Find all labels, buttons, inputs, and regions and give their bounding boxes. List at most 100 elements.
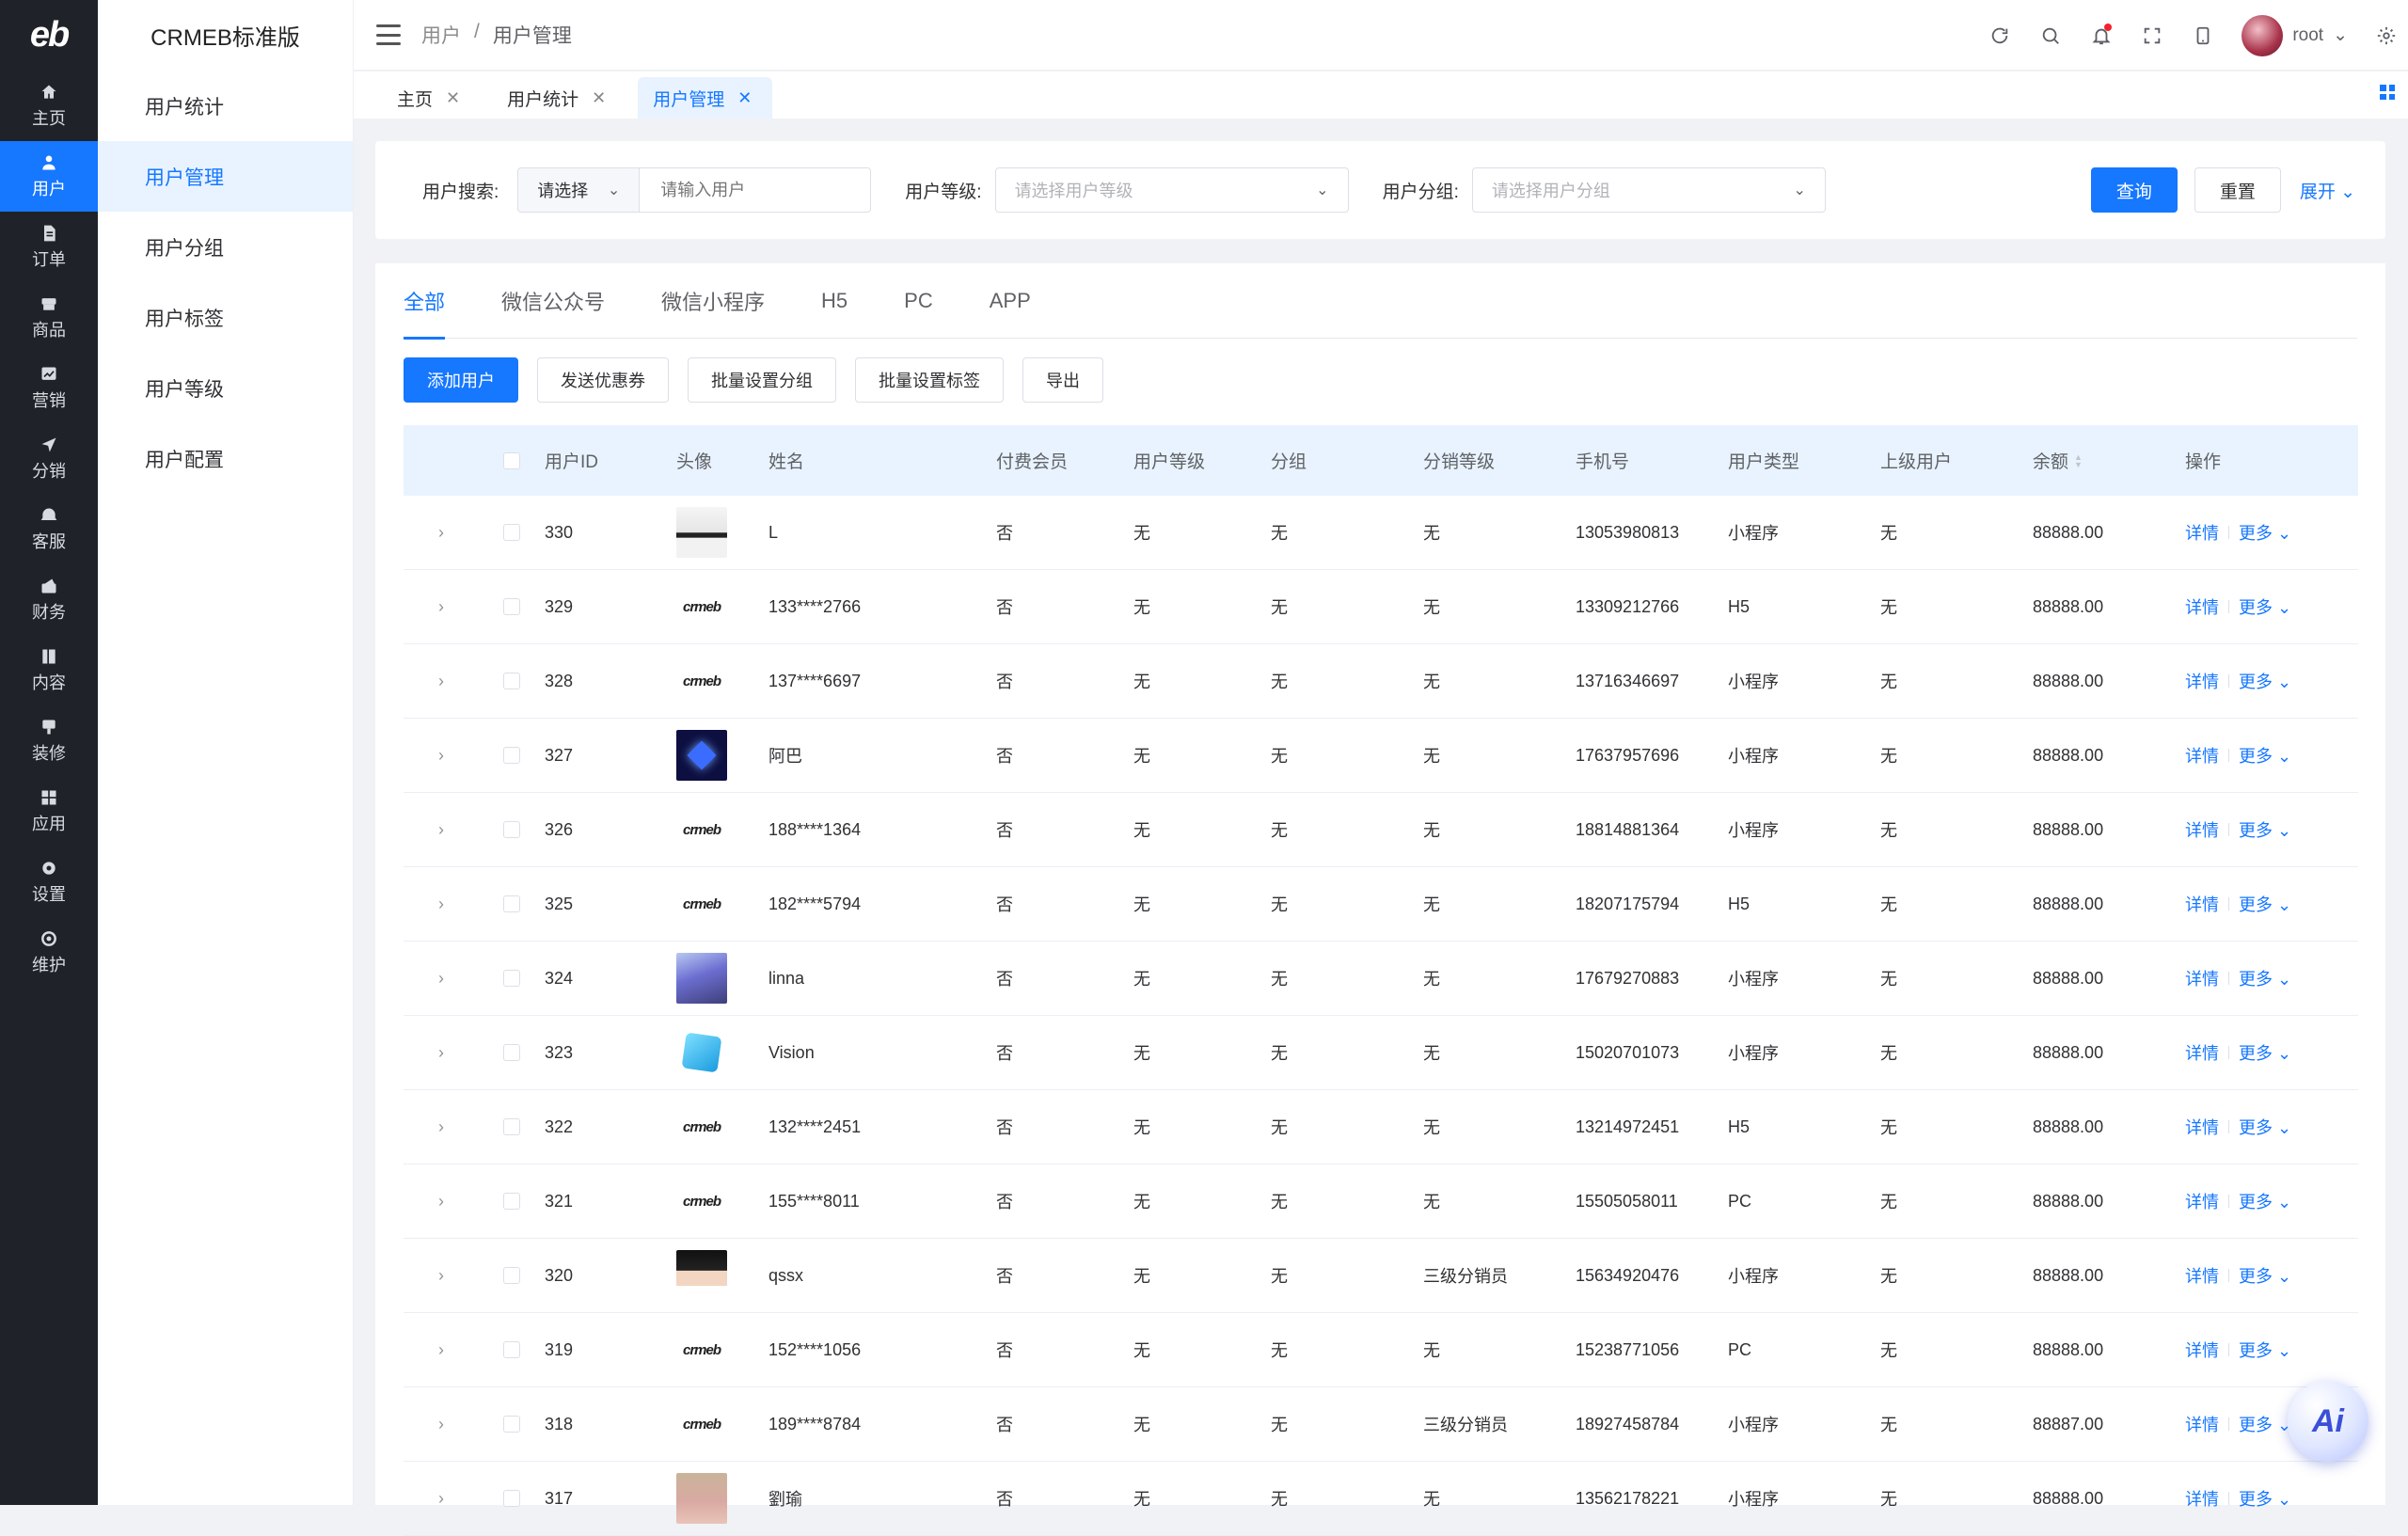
- more-dropdown[interactable]: 更多 ⌄: [2239, 1263, 2291, 1288]
- menu-toggle-icon[interactable]: [376, 24, 401, 45]
- chevron-right-icon[interactable]: ›: [438, 820, 444, 840]
- chevron-right-icon[interactable]: ›: [438, 969, 444, 989]
- row-checkbox[interactable]: [503, 1118, 520, 1135]
- query-button[interactable]: 查询: [2090, 167, 2178, 213]
- user-avatar[interactable]: [676, 1027, 727, 1078]
- submenu-item[interactable]: 用户等级: [98, 353, 353, 423]
- more-dropdown[interactable]: 更多 ⌄: [2239, 743, 2291, 768]
- rail-item-settings[interactable]: 设置: [0, 847, 98, 917]
- submenu-item[interactable]: 用户标签: [98, 282, 353, 353]
- user-group-select[interactable]: 请选择用户分组 ⌄: [1471, 167, 1826, 213]
- detail-link[interactable]: 详情: [2185, 520, 2219, 545]
- platform-tab[interactable]: 全部: [404, 263, 446, 340]
- rail-item-decorate[interactable]: 装修: [0, 705, 98, 776]
- breadcrumb-item[interactable]: 用户: [421, 21, 461, 49]
- reset-button[interactable]: 重置: [2194, 167, 2281, 213]
- app-logo[interactable]: eb: [0, 0, 98, 71]
- expand-filters-link[interactable]: 展开 ⌄: [2300, 178, 2355, 203]
- more-dropdown[interactable]: 更多 ⌄: [2239, 966, 2291, 990]
- user-avatar[interactable]: [676, 730, 727, 781]
- platform-tab[interactable]: PC: [904, 263, 933, 339]
- tags-menu-icon[interactable]: [2380, 85, 2395, 100]
- more-dropdown[interactable]: 更多 ⌄: [2239, 1486, 2291, 1511]
- more-dropdown[interactable]: 更多 ⌄: [2239, 1338, 2291, 1362]
- chevron-right-icon[interactable]: ›: [438, 1117, 444, 1137]
- user-avatar[interactable]: crmeb: [676, 581, 727, 632]
- user-avatar[interactable]: crmeb: [676, 1176, 727, 1227]
- chevron-right-icon[interactable]: ›: [438, 746, 444, 766]
- user-avatar[interactable]: [676, 1250, 727, 1301]
- row-checkbox[interactable]: [503, 747, 520, 764]
- rail-item-service[interactable]: 客服: [0, 494, 98, 564]
- platform-tab[interactable]: APP: [990, 263, 1031, 339]
- page-tag[interactable]: 用户统计 ✕: [492, 77, 626, 119]
- chevron-right-icon[interactable]: ›: [438, 895, 444, 914]
- detail-link[interactable]: 详情: [2185, 817, 2219, 842]
- row-checkbox[interactable]: [503, 1044, 520, 1061]
- user-menu[interactable]: root ⌄: [2242, 14, 2348, 56]
- submenu-item[interactable]: 用户配置: [98, 423, 353, 494]
- rail-item-distribution[interactable]: 分销: [0, 423, 98, 494]
- submenu-item[interactable]: 用户分组: [98, 212, 353, 282]
- submenu-item[interactable]: 用户管理: [98, 141, 353, 212]
- balance-column-header[interactable]: 余额 ▲ ▼: [2033, 448, 2185, 473]
- rail-item-marketing[interactable]: 营销: [0, 353, 98, 423]
- close-icon[interactable]: ✕: [737, 88, 752, 108]
- rail-item-user[interactable]: 用户: [0, 141, 98, 212]
- user-search-input[interactable]: [640, 167, 872, 213]
- mobile-icon[interactable]: [2191, 24, 2215, 48]
- detail-link[interactable]: 详情: [2185, 1189, 2219, 1213]
- detail-link[interactable]: 详情: [2185, 594, 2219, 619]
- detail-link[interactable]: 详情: [2185, 1486, 2219, 1511]
- submenu-item[interactable]: 用户统计: [98, 71, 353, 141]
- more-dropdown[interactable]: 更多 ⌄: [2239, 594, 2291, 619]
- chevron-right-icon[interactable]: ›: [438, 1266, 444, 1286]
- platform-tab[interactable]: H5: [821, 263, 848, 339]
- row-checkbox[interactable]: [503, 970, 520, 987]
- detail-link[interactable]: 详情: [2185, 1412, 2219, 1436]
- user-avatar[interactable]: crmeb: [676, 879, 727, 929]
- chevron-right-icon[interactable]: ›: [438, 523, 444, 543]
- ai-assistant-button[interactable]: Ai: [2288, 1381, 2368, 1462]
- user-avatar[interactable]: crmeb: [676, 656, 727, 706]
- sort-icon[interactable]: ▲ ▼: [2074, 452, 2083, 468]
- detail-link[interactable]: 详情: [2185, 1263, 2219, 1288]
- send-coupon-button[interactable]: 发送优惠券: [537, 357, 669, 403]
- more-dropdown[interactable]: 更多 ⌄: [2239, 1189, 2291, 1213]
- rail-item-apps[interactable]: 应用: [0, 776, 98, 847]
- user-avatar[interactable]: crmeb: [676, 1101, 727, 1152]
- row-checkbox[interactable]: [503, 1490, 520, 1507]
- detail-link[interactable]: 详情: [2185, 966, 2219, 990]
- rail-item-home[interactable]: 主页: [0, 71, 98, 141]
- more-dropdown[interactable]: 更多 ⌄: [2239, 1040, 2291, 1065]
- row-checkbox[interactable]: [503, 673, 520, 689]
- detail-link[interactable]: 详情: [2185, 743, 2219, 768]
- add-user-button[interactable]: 添加用户: [404, 357, 518, 403]
- search-icon[interactable]: [2038, 24, 2063, 48]
- row-checkbox[interactable]: [503, 1267, 520, 1284]
- row-checkbox[interactable]: [503, 821, 520, 838]
- detail-link[interactable]: 详情: [2185, 1338, 2219, 1362]
- refresh-icon[interactable]: [1988, 24, 2012, 48]
- rail-item-content[interactable]: 内容: [0, 635, 98, 705]
- user-avatar[interactable]: crmeb: [676, 1399, 727, 1449]
- chevron-right-icon[interactable]: ›: [438, 672, 444, 691]
- chevron-right-icon[interactable]: ›: [438, 1489, 444, 1509]
- chevron-right-icon[interactable]: ›: [438, 1340, 444, 1360]
- row-checkbox[interactable]: [503, 598, 520, 615]
- rail-item-maintain[interactable]: 维护: [0, 917, 98, 988]
- more-dropdown[interactable]: 更多 ⌄: [2239, 520, 2291, 545]
- chevron-right-icon[interactable]: ›: [438, 1192, 444, 1211]
- detail-link[interactable]: 详情: [2185, 1115, 2219, 1139]
- batch-set-tag-button[interactable]: 批量设置标签: [855, 357, 1004, 403]
- more-dropdown[interactable]: 更多 ⌄: [2239, 1412, 2291, 1436]
- user-level-select[interactable]: 请选择用户等级 ⌄: [994, 167, 1349, 213]
- row-checkbox[interactable]: [503, 1341, 520, 1358]
- fullscreen-icon[interactable]: [2140, 24, 2164, 48]
- close-icon[interactable]: ✕: [592, 88, 606, 108]
- notification-bell-icon[interactable]: [2089, 23, 2114, 48]
- rail-item-finance[interactable]: 财务: [0, 564, 98, 635]
- platform-tab[interactable]: 微信公众号: [501, 263, 605, 339]
- platform-tab[interactable]: 微信小程序: [661, 263, 765, 339]
- row-checkbox[interactable]: [503, 1193, 520, 1210]
